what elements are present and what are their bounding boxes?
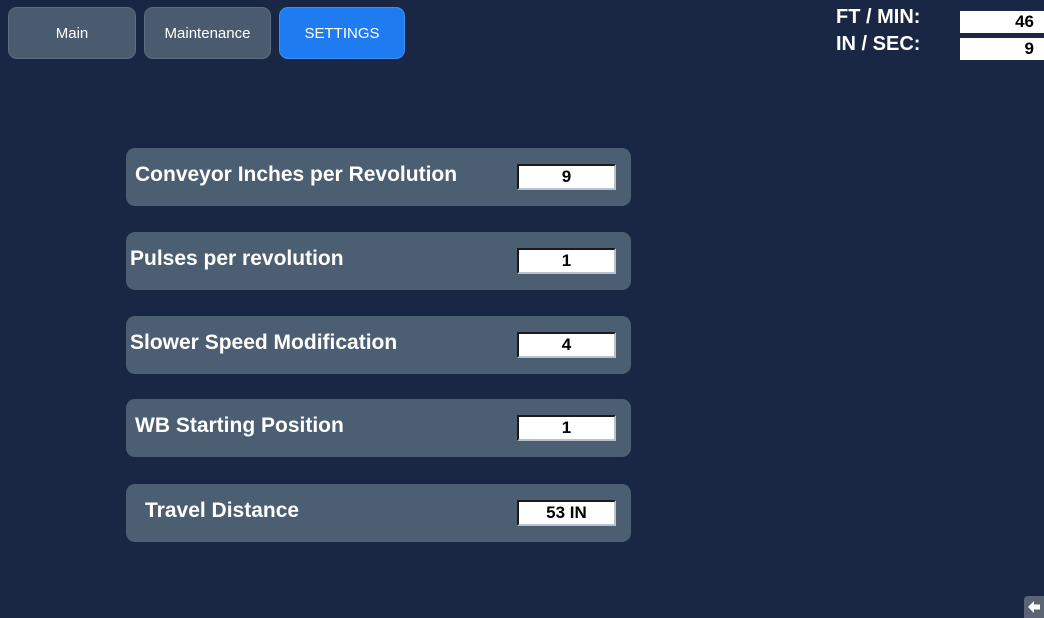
conveyor-inches-input[interactable]: 9: [517, 164, 616, 190]
setting-label: Slower Speed Modification: [130, 331, 398, 354]
ft-min-value: 46: [960, 11, 1044, 33]
in-sec-value: 9: [960, 38, 1044, 60]
tab-main[interactable]: Main: [8, 7, 136, 59]
tab-maintenance-label: Maintenance: [164, 24, 251, 42]
tab-settings-label: SETTINGS: [304, 24, 380, 42]
setting-label: Pulses per revolution: [130, 247, 344, 270]
pulses-input[interactable]: 1: [517, 248, 616, 274]
setting-label: Travel Distance: [145, 499, 300, 522]
tab-maintenance[interactable]: Maintenance: [144, 7, 271, 59]
slower-speed-input[interactable]: 4: [517, 332, 616, 358]
setting-label: WB Starting Position: [135, 414, 344, 437]
back-button[interactable]: [1024, 596, 1044, 618]
setting-row-conveyor-inches: Conveyor Inches per Revolution 9: [126, 148, 631, 206]
setting-row-slower-speed: Slower Speed Modification 4: [126, 316, 631, 374]
setting-row-pulses: Pulses per revolution 1: [126, 232, 631, 290]
setting-row-travel-distance: Travel Distance 53 IN: [126, 484, 631, 542]
wb-start-input[interactable]: 1: [517, 415, 616, 441]
setting-row-wb-start: WB Starting Position 1: [126, 399, 631, 457]
travel-distance-input[interactable]: 53 IN: [517, 500, 616, 526]
ft-min-label: FT / MIN:: [836, 6, 921, 28]
settings-screen: Main Maintenance SETTINGS FT / MIN: 46 I…: [0, 0, 1044, 618]
in-sec-label: IN / SEC:: [836, 33, 921, 55]
setting-label: Conveyor Inches per Revolution: [135, 163, 458, 186]
tab-main-label: Main: [55, 24, 89, 42]
tab-settings[interactable]: SETTINGS: [279, 7, 405, 59]
back-arrow-icon: [1028, 601, 1040, 613]
